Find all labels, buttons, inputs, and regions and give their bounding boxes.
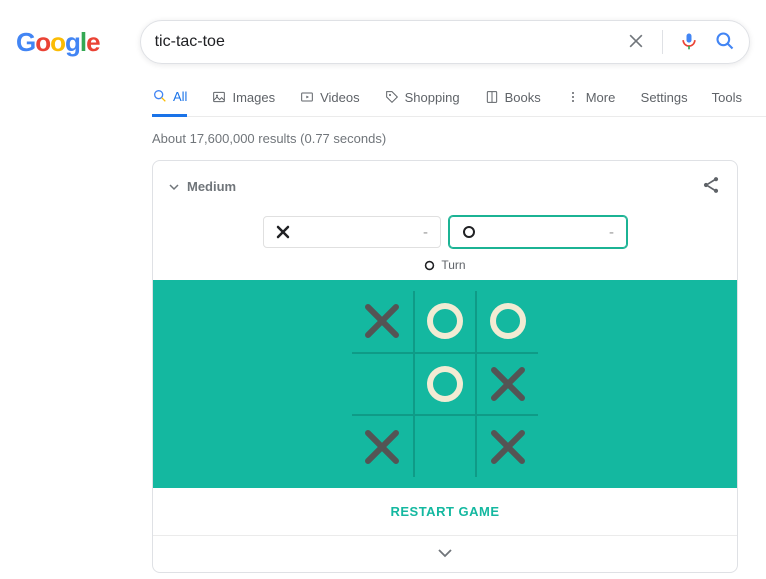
o-mark (488, 301, 528, 341)
share-icon (701, 175, 721, 195)
dots-icon (565, 89, 581, 105)
grid-line (475, 291, 477, 477)
tab-label: All (173, 89, 187, 104)
tab-label: Books (505, 90, 541, 105)
player-x-score[interactable]: - (263, 216, 441, 248)
tic-tac-toe-card: Medium - - Turn RESTART GAME (152, 160, 738, 573)
x-mark (362, 301, 402, 341)
results-stats: About 17,600,000 results (0.77 seconds) (152, 117, 766, 160)
difficulty-label: Medium (187, 179, 236, 194)
tab-label: Videos (320, 90, 360, 105)
grid-line (352, 414, 538, 416)
game-board-area (153, 280, 737, 488)
search-icon (152, 88, 168, 104)
tab-label: Shopping (405, 90, 460, 105)
score-value: - (423, 224, 428, 241)
tab-more[interactable]: More (565, 88, 616, 116)
board-cell[interactable] (415, 354, 475, 414)
board-cell[interactable] (352, 354, 412, 414)
score-value: - (609, 224, 614, 241)
x-mark (362, 427, 402, 467)
google-logo[interactable]: Google (16, 27, 100, 58)
tab-all[interactable]: All (152, 88, 187, 117)
board-cell[interactable] (478, 354, 538, 414)
turn-label: Turn (441, 258, 465, 272)
search-input[interactable] (155, 33, 626, 51)
x-icon (276, 225, 290, 239)
board-cell[interactable] (478, 417, 538, 477)
board-cell[interactable] (415, 291, 475, 351)
player-o-score[interactable]: - (449, 216, 627, 248)
book-icon (484, 89, 500, 105)
o-icon (424, 260, 435, 271)
tools-link[interactable]: Tools (712, 90, 742, 115)
tab-shopping[interactable]: Shopping (384, 88, 460, 116)
image-icon (211, 89, 227, 105)
board-cell[interactable] (352, 291, 412, 351)
search-bar (140, 20, 750, 64)
turn-indicator: Turn (153, 258, 737, 272)
o-mark (425, 301, 465, 341)
o-icon (462, 225, 476, 239)
clear-icon[interactable] (626, 31, 646, 54)
settings-link[interactable]: Settings (641, 90, 688, 115)
mic-icon[interactable] (679, 31, 699, 54)
caret-down-icon (169, 182, 179, 192)
tag-icon (384, 89, 400, 105)
tab-images[interactable]: Images (211, 88, 275, 116)
expand-button[interactable] (153, 536, 737, 572)
board-cell[interactable] (352, 417, 412, 477)
o-mark (425, 364, 465, 404)
search-icon[interactable] (715, 31, 735, 54)
difficulty-selector[interactable]: Medium (169, 179, 236, 194)
share-button[interactable] (701, 175, 721, 198)
tab-books[interactable]: Books (484, 88, 541, 116)
x-mark (488, 427, 528, 467)
x-mark (488, 364, 528, 404)
tab-videos[interactable]: Videos (299, 88, 360, 116)
tab-label: Images (232, 90, 275, 105)
video-icon (299, 89, 315, 105)
game-board (352, 291, 538, 477)
board-cell[interactable] (478, 291, 538, 351)
restart-button[interactable]: RESTART GAME (153, 488, 737, 536)
board-cell[interactable] (415, 417, 475, 477)
chevron-down-icon (435, 547, 455, 559)
tab-label: More (586, 90, 616, 105)
